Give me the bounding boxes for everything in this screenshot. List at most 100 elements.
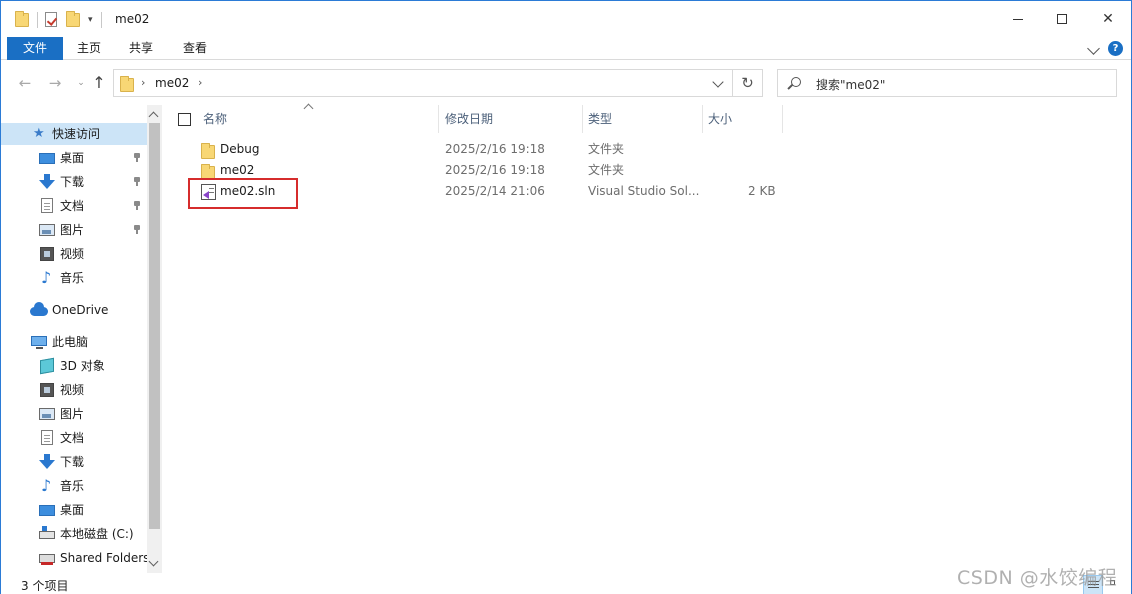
tab-share[interactable]: 共享 <box>119 37 163 60</box>
pin-icon[interactable] <box>133 225 141 234</box>
file-size: 2 KB <box>748 184 776 198</box>
address-history-dropdown-icon[interactable] <box>712 76 724 88</box>
up-button[interactable]: ↑ <box>89 73 109 93</box>
file-explorer-window: ▾ me02 ✕ 文件 主页 共享 查看 ? ← → ⌄ ↑ › me02 › … <box>0 0 1132 594</box>
forward-button[interactable]: → <box>45 73 65 93</box>
tab-view[interactable]: 查看 <box>173 37 217 60</box>
customize-toolbar-dropdown-icon[interactable]: ▾ <box>88 15 93 25</box>
new-folder-icon[interactable] <box>66 11 82 29</box>
sidebar-item-label: 此电脑 <box>52 335 89 349</box>
breadcrumb-me02[interactable]: me02 <box>155 76 189 90</box>
column-divider[interactable] <box>438 105 439 133</box>
scroll-up-icon[interactable] <box>148 111 159 122</box>
sidebar-item-label: 下载 <box>60 455 85 469</box>
sidebar-item-shared-folders[interactable]: Shared Folders <box>1 547 147 569</box>
folder-icon <box>120 76 134 92</box>
visual-studio-solution-icon <box>201 184 216 200</box>
properties-icon[interactable] <box>44 11 60 29</box>
sidebar-item-music[interactable]: ♪ 音乐 <box>1 267 147 289</box>
sidebar-item-desktop[interactable]: 桌面 <box>1 147 147 169</box>
sidebar-item-pictures[interactable]: 图片 <box>1 219 147 241</box>
table-row[interactable]: me02.sln 2025/2/14 21:06 Visual Studio S… <box>163 181 783 202</box>
breadcrumb-chevron-icon[interactable]: › <box>141 76 145 89</box>
sidebar-item-downloads[interactable]: 下载 <box>1 171 147 193</box>
toolbar-divider <box>37 12 38 28</box>
pin-icon[interactable] <box>133 177 141 186</box>
3d-objects-icon <box>40 357 54 375</box>
tab-home[interactable]: 主页 <box>67 37 111 60</box>
pin-icon[interactable] <box>133 153 141 162</box>
sidebar-item-label: OneDrive <box>52 303 109 317</box>
sidebar-item-label: 文档 <box>60 431 85 445</box>
sidebar-item-pc-pictures[interactable]: 图片 <box>1 403 147 425</box>
table-row[interactable]: Debug 2025/2/16 19:18 文件夹 <box>163 139 783 160</box>
column-divider[interactable] <box>702 105 703 133</box>
sidebar-item-local-disk[interactable]: 本地磁盘 (C:) <box>1 523 147 545</box>
quick-access-toolbar: ▾ <box>15 11 108 29</box>
sidebar-item-pc-downloads[interactable]: 下载 <box>1 451 147 473</box>
minimize-button[interactable] <box>995 1 1041 37</box>
address-row: ← → ⌄ ↑ › me02 › ↻ 搜索"me02" <box>1 61 1131 105</box>
help-icon[interactable]: ? <box>1108 41 1123 56</box>
scrollbar-thumb[interactable] <box>149 123 160 529</box>
refresh-button[interactable]: ↻ <box>733 69 763 97</box>
sort-ascending-icon <box>303 103 314 114</box>
table-row[interactable]: me02 2025/2/16 19:18 文件夹 <box>163 160 783 181</box>
breadcrumb-chevron-icon[interactable]: › <box>198 76 202 89</box>
sidebar-item-3d-objects[interactable]: 3D 对象 <box>1 355 147 377</box>
column-header-name[interactable]: 名称 <box>203 105 227 133</box>
sidebar-item-pc-videos[interactable]: 视频 <box>1 379 147 401</box>
sidebar-item-label: 桌面 <box>60 503 85 517</box>
sidebar-item-quick-access[interactable]: ★ 快速访问 <box>1 123 147 145</box>
music-icon: ♪ <box>41 268 52 287</box>
column-header-date[interactable]: 修改日期 <box>445 105 493 133</box>
tab-file[interactable]: 文件 <box>7 37 63 60</box>
file-name: Debug <box>220 142 260 156</box>
expand-ribbon-chevron-icon[interactable] <box>1087 42 1100 55</box>
onedrive-icon <box>30 302 48 316</box>
recent-locations-button[interactable]: ⌄ <box>71 73 91 93</box>
file-list: 名称 修改日期 类型 大小 Debug 2025/2/16 19:18 文件夹 … <box>163 103 1131 573</box>
sidebar-item-this-pc[interactable]: 此电脑 <box>1 331 147 353</box>
search-icon <box>791 77 801 87</box>
column-header-type[interactable]: 类型 <box>588 105 612 133</box>
search-box[interactable]: 搜索"me02" <box>777 69 1117 97</box>
document-icon <box>41 430 53 445</box>
pin-icon[interactable] <box>133 201 141 210</box>
ribbon-tabs: 文件 主页 共享 查看 ? <box>1 37 1131 60</box>
sidebar-item-label: 下载 <box>60 175 85 189</box>
sidebar-item-pc-documents[interactable]: 文档 <box>1 427 147 449</box>
desktop-icon <box>39 505 55 516</box>
sidebar-item-documents[interactable]: 文档 <box>1 195 147 217</box>
address-bar[interactable]: › me02 › <box>113 69 733 97</box>
navigation-pane: ★ 快速访问 桌面 下载 文档 图片 视频 ♪ 音乐 OneDrive 此电脑 … <box>1 105 147 573</box>
maximize-icon <box>1057 14 1067 24</box>
close-icon: ✕ <box>1102 11 1114 27</box>
column-header-size[interactable]: 大小 <box>708 105 732 133</box>
sidebar-item-pc-music[interactable]: ♪ 音乐 <box>1 475 147 497</box>
close-button[interactable]: ✕ <box>1085 1 1131 37</box>
back-button[interactable]: ← <box>15 73 35 93</box>
file-name: me02 <box>220 163 255 177</box>
download-icon <box>39 180 55 189</box>
sidebar-item-label: 音乐 <box>60 271 85 285</box>
column-divider[interactable] <box>582 105 583 133</box>
sidebar-item-videos[interactable]: 视频 <box>1 243 147 265</box>
watermark: CSDN @水饺编程 <box>957 567 1118 589</box>
search-placeholder: 搜索"me02" <box>816 78 886 92</box>
select-all-checkbox[interactable] <box>178 113 191 126</box>
maximize-button[interactable] <box>1039 1 1085 37</box>
folder-icon <box>201 164 215 180</box>
file-date: 2025/2/16 19:18 <box>445 142 545 156</box>
sidebar-item-onedrive[interactable]: OneDrive <box>1 299 147 321</box>
navigation-scrollbar[interactable] <box>147 105 162 573</box>
sidebar-item-pc-desktop[interactable]: 桌面 <box>1 499 147 521</box>
column-divider[interactable] <box>782 105 783 133</box>
scroll-down-icon[interactable] <box>148 556 159 567</box>
sidebar-item-label: 视频 <box>60 247 85 261</box>
sidebar-item-label: 3D 对象 <box>60 359 105 373</box>
title-bar: ▾ me02 ✕ <box>1 1 1131 37</box>
music-icon: ♪ <box>41 476 52 495</box>
folder-icon[interactable] <box>15 11 31 29</box>
videos-icon <box>40 247 54 261</box>
